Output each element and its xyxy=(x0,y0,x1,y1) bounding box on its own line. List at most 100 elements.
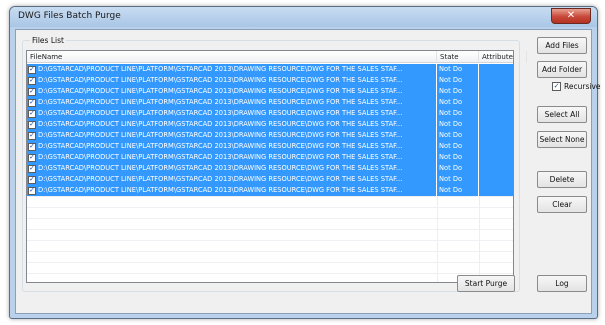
attribute-cell xyxy=(479,108,513,119)
table-row[interactable]: ✓ D:\GSTARCAD\PRODUCT LINE\PLATFORM\GSTAR… xyxy=(27,75,513,86)
state-cell: Not Do xyxy=(437,130,479,141)
check-icon: ✓ xyxy=(29,98,35,106)
filename-cell: ✓ D:\GSTARCAD\PRODUCT LINE\PLATFORM\GSTAR… xyxy=(27,141,437,152)
row-checkbox[interactable]: ✓ xyxy=(28,109,36,118)
dialog-client-area: Files List FileName State Attribute ✓ D:\… xyxy=(15,29,601,314)
table-row[interactable]: ✓ D:\GSTARCAD\PRODUCT LINE\PLATFORM\GSTAR… xyxy=(27,185,513,196)
start-purge-button[interactable]: Start Purge xyxy=(457,275,515,292)
column-header-state[interactable]: State xyxy=(437,51,479,63)
check-icon: ✓ xyxy=(29,164,35,172)
recursive-checkbox[interactable]: ✓ xyxy=(552,82,561,91)
file-path-text: D:\GSTARCAD\PRODUCT LINE\PLATFORM\GSTARC… xyxy=(38,120,403,128)
state-cell: Not Do xyxy=(437,75,479,86)
file-path-text: D:\GSTARCAD\PRODUCT LINE\PLATFORM\GSTARC… xyxy=(38,175,403,183)
file-path-text: D:\GSTARCAD\PRODUCT LINE\PLATFORM\GSTARC… xyxy=(38,87,403,95)
file-path-text: D:\GSTARCAD\PRODUCT LINE\PLATFORM\GSTARC… xyxy=(38,131,403,139)
attribute-cell xyxy=(479,119,513,130)
table-row[interactable]: ✓ D:\GSTARCAD\PRODUCT LINE\PLATFORM\GSTAR… xyxy=(27,108,513,119)
attribute-cell xyxy=(479,130,513,141)
clear-button[interactable]: Clear xyxy=(537,196,587,213)
file-path-text: D:\GSTARCAD\PRODUCT LINE\PLATFORM\GSTARC… xyxy=(38,109,403,117)
state-cell: Not Do xyxy=(437,97,479,108)
grid-row-line xyxy=(27,196,513,197)
grid-row-line xyxy=(27,229,513,230)
select-none-button[interactable]: Select None xyxy=(537,131,587,148)
row-checkbox[interactable]: ✓ xyxy=(28,186,36,195)
table-row[interactable]: ✓ D:\GSTARCAD\PRODUCT LINE\PLATFORM\GSTAR… xyxy=(27,130,513,141)
filename-cell: ✓ D:\GSTARCAD\PRODUCT LINE\PLATFORM\GSTAR… xyxy=(27,97,437,108)
filename-cell: ✓ D:\GSTARCAD\PRODUCT LINE\PLATFORM\GSTAR… xyxy=(27,75,437,86)
check-icon: ✓ xyxy=(29,153,35,161)
table-row[interactable]: ✓ D:\GSTARCAD\PRODUCT LINE\PLATFORM\GSTAR… xyxy=(27,86,513,97)
check-icon: ✓ xyxy=(29,120,35,128)
close-button[interactable]: ✕ xyxy=(551,8,591,24)
file-path-text: D:\GSTARCAD\PRODUCT LINE\PLATFORM\GSTARC… xyxy=(38,65,403,73)
filename-cell: ✓ D:\GSTARCAD\PRODUCT LINE\PLATFORM\GSTAR… xyxy=(27,86,437,97)
delete-button[interactable]: Delete xyxy=(537,171,587,188)
table-row[interactable]: ✓ D:\GSTARCAD\PRODUCT LINE\PLATFORM\GSTAR… xyxy=(27,119,513,130)
state-cell: Not Do xyxy=(437,152,479,163)
add-files-button[interactable]: Add Files xyxy=(537,37,587,54)
attribute-cell xyxy=(479,75,513,86)
table-row[interactable]: ✓ D:\GSTARCAD\PRODUCT LINE\PLATFORM\GSTAR… xyxy=(27,141,513,152)
table-row[interactable]: ✓ D:\GSTARCAD\PRODUCT LINE\PLATFORM\GSTAR… xyxy=(27,152,513,163)
state-cell: Not Do xyxy=(437,163,479,174)
add-folder-button[interactable]: Add Folder xyxy=(537,61,587,78)
row-checkbox[interactable]: ✓ xyxy=(28,142,36,151)
state-cell: Not Do xyxy=(437,119,479,130)
file-path-text: D:\GSTARCAD\PRODUCT LINE\PLATFORM\GSTARC… xyxy=(38,186,403,194)
check-icon: ✓ xyxy=(29,142,35,150)
log-button[interactable]: Log xyxy=(537,275,587,292)
filename-cell: ✓ D:\GSTARCAD\PRODUCT LINE\PLATFORM\GSTAR… xyxy=(27,185,437,196)
list-header: FileName State Attribute xyxy=(27,51,527,63)
row-checkbox[interactable]: ✓ xyxy=(28,153,36,162)
row-checkbox[interactable]: ✓ xyxy=(28,120,36,129)
file-path-text: D:\GSTARCAD\PRODUCT LINE\PLATFORM\GSTARC… xyxy=(38,164,403,172)
list-rows: ✓ D:\GSTARCAD\PRODUCT LINE\PLATFORM\GSTAR… xyxy=(27,64,513,196)
grid-row-line xyxy=(27,218,513,219)
column-header-filename[interactable]: FileName xyxy=(27,51,437,63)
state-cell: Not Do xyxy=(437,108,479,119)
row-checkbox[interactable]: ✓ xyxy=(28,164,36,173)
state-cell: Not Do xyxy=(437,86,479,97)
recursive-label: Recursive xyxy=(564,82,601,91)
table-row[interactable]: ✓ D:\GSTARCAD\PRODUCT LINE\PLATFORM\GSTAR… xyxy=(27,64,513,75)
row-checkbox[interactable]: ✓ xyxy=(28,175,36,184)
row-checkbox[interactable]: ✓ xyxy=(28,76,36,85)
table-row[interactable]: ✓ D:\GSTARCAD\PRODUCT LINE\PLATFORM\GSTAR… xyxy=(27,163,513,174)
row-checkbox[interactable]: ✓ xyxy=(28,131,36,140)
recursive-option[interactable]: ✓ Recursive xyxy=(552,82,601,91)
grid-row-line xyxy=(27,273,513,274)
title-bar[interactable]: DWG Files Batch Purge ✕ xyxy=(10,7,597,27)
column-header-attribute[interactable]: Attribute xyxy=(479,51,527,63)
files-list-view[interactable]: FileName State Attribute ✓ D:\GSTARCAD\PR… xyxy=(26,50,527,283)
table-row[interactable]: ✓ D:\GSTARCAD\PRODUCT LINE\PLATFORM\GSTAR… xyxy=(27,174,513,185)
check-icon: ✓ xyxy=(29,87,35,95)
window-title: DWG Files Batch Purge xyxy=(18,11,121,21)
file-path-text: D:\GSTARCAD\PRODUCT LINE\PLATFORM\GSTARC… xyxy=(38,98,403,106)
filename-cell: ✓ D:\GSTARCAD\PRODUCT LINE\PLATFORM\GSTAR… xyxy=(27,119,437,130)
state-cell: Not Do xyxy=(437,64,479,75)
state-cell: Not Do xyxy=(437,185,479,196)
row-checkbox[interactable]: ✓ xyxy=(28,98,36,107)
filename-cell: ✓ D:\GSTARCAD\PRODUCT LINE\PLATFORM\GSTAR… xyxy=(27,64,437,75)
files-list-label: Files List xyxy=(30,36,66,45)
select-all-button[interactable]: Select All xyxy=(537,106,587,123)
row-checkbox[interactable]: ✓ xyxy=(28,87,36,96)
table-row[interactable]: ✓ D:\GSTARCAD\PRODUCT LINE\PLATFORM\GSTAR… xyxy=(27,97,513,108)
check-icon: ✓ xyxy=(29,76,35,84)
attribute-cell xyxy=(479,174,513,185)
grid-row-line xyxy=(27,262,513,263)
state-cell: Not Do xyxy=(437,174,479,185)
row-checkbox[interactable]: ✓ xyxy=(28,65,36,74)
filename-cell: ✓ D:\GSTARCAD\PRODUCT LINE\PLATFORM\GSTAR… xyxy=(27,130,437,141)
check-icon: ✓ xyxy=(553,82,560,90)
attribute-cell xyxy=(479,185,513,196)
grid-row-line xyxy=(27,207,513,208)
close-icon: ✕ xyxy=(566,10,576,21)
file-path-text: D:\GSTARCAD\PRODUCT LINE\PLATFORM\GSTARC… xyxy=(38,153,403,161)
file-path-text: D:\GSTARCAD\PRODUCT LINE\PLATFORM\GSTARC… xyxy=(38,142,403,150)
filename-cell: ✓ D:\GSTARCAD\PRODUCT LINE\PLATFORM\GSTAR… xyxy=(27,163,437,174)
state-cell: Not Do xyxy=(437,141,479,152)
attribute-cell xyxy=(479,64,513,75)
